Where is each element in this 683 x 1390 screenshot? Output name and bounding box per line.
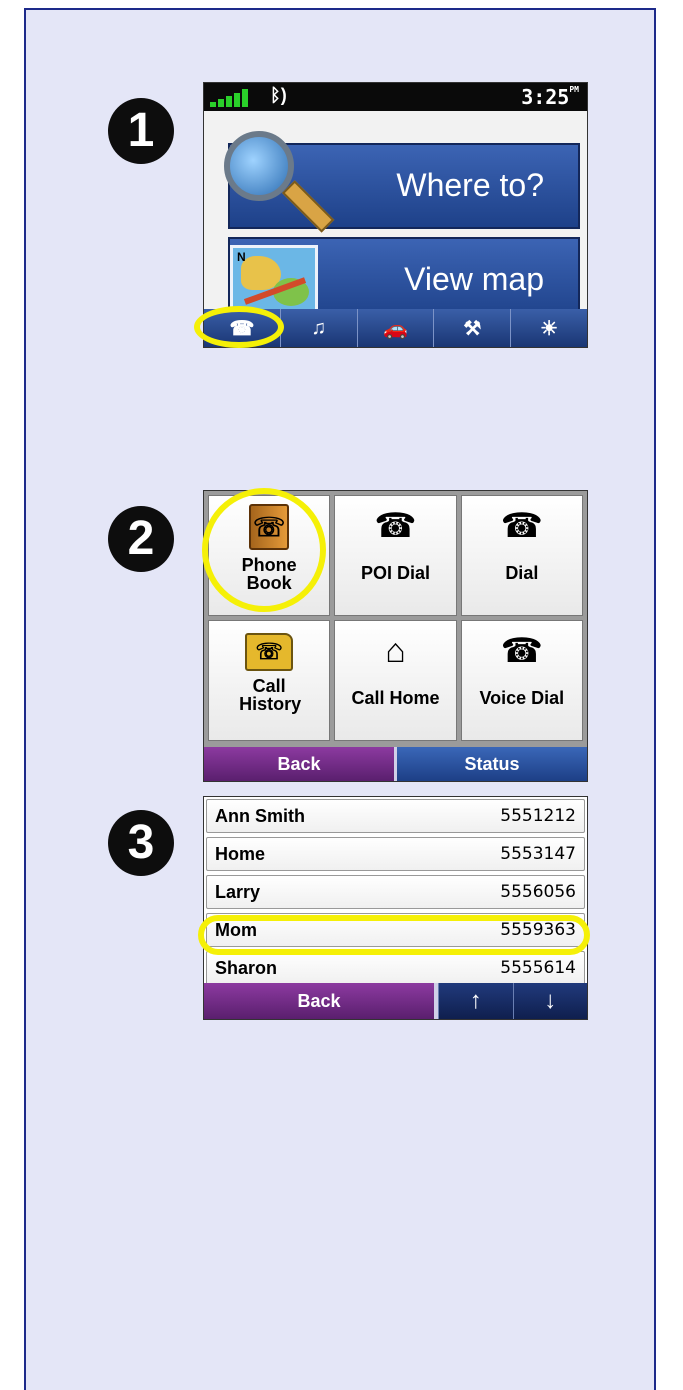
contact-name: Home (215, 843, 266, 864)
contact-list: Ann Smith 5551212 Home 5553147 Larry 555605… (206, 799, 585, 989)
tools-icon[interactable]: ⚒ (433, 309, 510, 347)
music-icon[interactable]: ♫ (279, 309, 357, 347)
step-1-badge: 1 (108, 98, 174, 164)
contact-number: 5553147 (500, 844, 576, 864)
contact-number: 5555614 (500, 958, 576, 978)
call-home-label: Call Home (351, 688, 440, 708)
where-to-button[interactable]: Where to? (224, 131, 580, 233)
dial-label: Dial (505, 563, 539, 583)
status-button[interactable]: Status (397, 747, 587, 781)
list-item[interactable]: Ann Smith 5551212 (206, 799, 585, 833)
contact-name: Larry (215, 881, 261, 902)
signal-strength-icon (210, 89, 248, 107)
view-map-label: View map (404, 261, 544, 297)
traffic-icon[interactable]: 🚗 (356, 309, 434, 347)
down-arrow-icon: ↓ (544, 987, 557, 1014)
highlight-mom-row (198, 915, 590, 955)
contact-number: 5556056 (500, 882, 576, 902)
highlight-phone-tab (194, 306, 284, 348)
clock: 3:25PM (521, 85, 579, 109)
contact-name: Ann Smith (215, 805, 305, 826)
list-item[interactable]: Sharon 5555614 (206, 951, 585, 985)
bluetooth-icon: ᛒ) (270, 85, 287, 105)
step-3-badge: 3 (108, 810, 174, 876)
magnifier-handle (282, 180, 335, 233)
brightness-icon[interactable]: ☀ (510, 309, 587, 347)
status-bar: ᛒ) 3:25PM (204, 83, 587, 111)
poi-dial-button[interactable]: ☎ POI Dial (334, 495, 457, 616)
poi-dial-label: POI Dial (360, 563, 430, 583)
scroll-down-button[interactable]: ↓ (512, 983, 587, 1019)
call-history-icon: ☏ (245, 633, 294, 671)
back-button[interactable]: Back (204, 747, 397, 781)
voice-dial-icon: ☎ (500, 632, 543, 670)
list-item[interactable]: Larry 5556056 (206, 875, 585, 909)
contact-name: Sharon (215, 957, 278, 978)
call-history-label: Call History (239, 676, 302, 714)
dial-icon: ☎ (500, 507, 543, 545)
back-button[interactable]: Back (204, 983, 438, 1019)
phone-menu-bottom-bar: Back Status (204, 747, 587, 781)
up-arrow-icon: ↑ (469, 987, 482, 1014)
call-home-button[interactable]: ⌂ Call Home (334, 620, 457, 741)
call-home-icon: ⌂ (385, 632, 406, 670)
voice-dial-button[interactable]: ☎ Voice Dial (460, 620, 583, 741)
list-item[interactable]: Home 5553147 (206, 837, 585, 871)
poi-dial-icon: ☎ (374, 507, 417, 545)
voice-dial-label: Voice Dial (479, 688, 565, 708)
dial-button[interactable]: ☎ Dial (460, 495, 583, 616)
contact-number: 5551212 (500, 806, 576, 826)
phone-book-bottom-bar: Back ↑ ↓ (204, 983, 587, 1019)
where-to-label: Where to? (396, 167, 544, 203)
step-2-badge: 2 (108, 506, 174, 572)
highlight-phone-book (202, 488, 326, 612)
scroll-up-button[interactable]: ↑ (438, 983, 513, 1019)
phone-book-screen: Ann Smith 5551212 Home 5553147 Larry 555605… (203, 796, 588, 1020)
call-history-button[interactable]: ☏ Call History (208, 620, 331, 741)
